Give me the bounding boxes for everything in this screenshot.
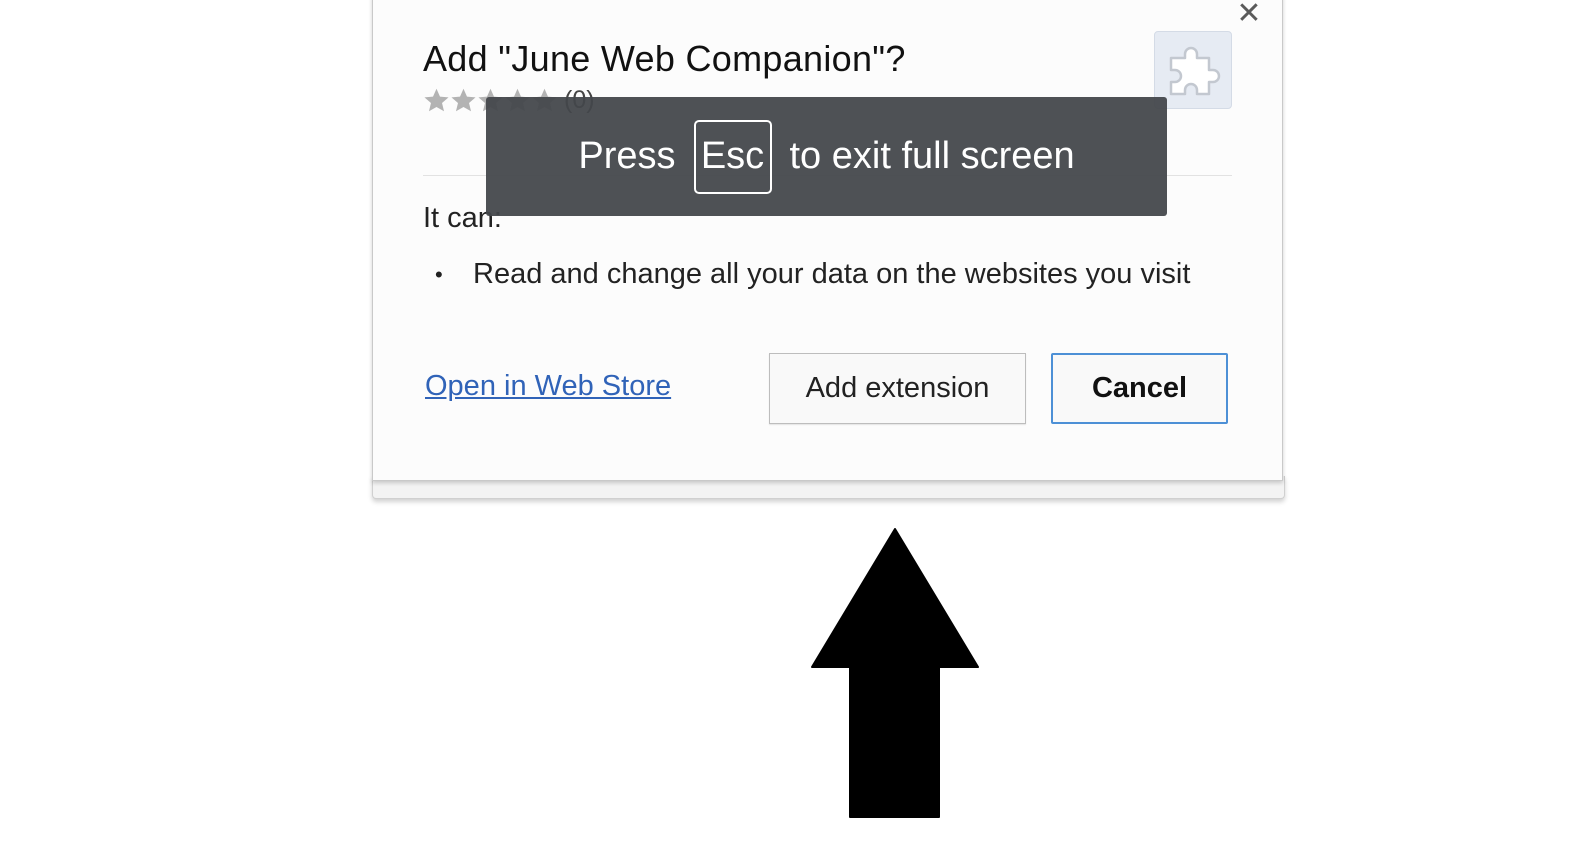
open-in-web-store-link[interactable]: Open in Web Store <box>425 370 671 403</box>
cancel-button[interactable]: Cancel <box>1051 353 1228 424</box>
close-icon[interactable]: ✕ <box>1235 0 1263 29</box>
dialog-title: Add "June Web Companion"? <box>423 38 906 79</box>
page: ✕ Add "June Web Companion"? (0) It can: … <box>0 0 1583 867</box>
up-arrow-icon <box>811 528 979 818</box>
permissions-list: • Read and change all your data on the w… <box>423 258 1190 291</box>
toast-suffix: to exit full screen <box>789 135 1075 177</box>
add-extension-button[interactable]: Add extension <box>769 353 1026 424</box>
star-icon <box>451 88 476 111</box>
bullet: • <box>435 261 443 287</box>
list-item: • Read and change all your data on the w… <box>423 258 1190 291</box>
permission-text: Read and change all your data on the web… <box>473 258 1191 290</box>
fullscreen-exit-toast: Press Esc to exit full screen <box>486 97 1167 216</box>
add-extension-dialog: ✕ Add "June Web Companion"? (0) It can: … <box>372 0 1283 481</box>
esc-key-badge: Esc <box>693 119 772 194</box>
toast-prefix: Press <box>578 135 676 177</box>
star-icon <box>424 88 449 111</box>
puzzle-piece-icon <box>1169 46 1221 96</box>
